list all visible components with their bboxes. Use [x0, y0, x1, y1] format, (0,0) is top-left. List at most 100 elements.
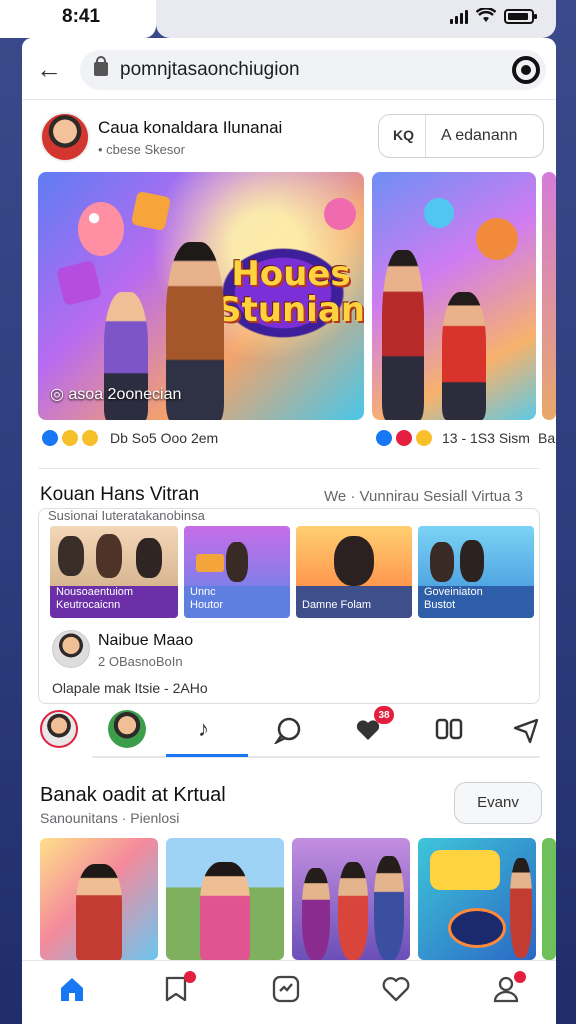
section-button[interactable]: Evanv [454, 782, 542, 824]
person-figure [58, 536, 84, 576]
story-tile[interactable]: Goveiniaton Bustot [418, 526, 534, 618]
heart-icon [382, 977, 410, 1002]
notification-dot [184, 971, 196, 983]
balloon-icon [78, 202, 124, 256]
comment-text: Olapale mak Itsie - 2AHo [52, 680, 208, 696]
edge-thumbnail[interactable] [542, 172, 556, 420]
battery-icon [504, 8, 537, 24]
like-icon [376, 430, 392, 446]
game-table-icon [448, 908, 506, 948]
nav-profile[interactable] [488, 971, 526, 1007]
person-figure [374, 856, 404, 960]
person-figure [200, 862, 250, 960]
thumbnail-caption: ◎ asoa 2oonecian [50, 386, 182, 403]
wow-icon [82, 430, 98, 446]
person-figure [136, 538, 162, 578]
nav-home[interactable] [54, 971, 90, 1007]
drum-icon [476, 218, 518, 260]
divider [38, 468, 540, 469]
love-icon [396, 430, 412, 446]
home-icon [61, 978, 83, 1001]
thumbnail-logo: Houes Stunian [217, 254, 364, 330]
story-tile-label: Nousoaentuiom Keutrocaicnn [56, 586, 134, 611]
back-arrow-icon[interactable]: ← [36, 54, 62, 85]
follow-icon: KQ [393, 127, 414, 143]
url-field[interactable]: pomnjtasaonchiugion [80, 50, 546, 90]
child-figure [442, 292, 486, 420]
system-icons [450, 8, 537, 24]
story-tile[interactable]: Damne Folam [296, 526, 412, 618]
haha-icon [416, 430, 432, 446]
section-title: Banak oadit at Krtual [40, 784, 226, 806]
notification-badge: 38 [374, 706, 394, 724]
page-subtitle: • cbese Skesor [98, 142, 185, 157]
side-reactions[interactable]: 13 - 1S3 Sism [376, 430, 530, 446]
game-block-icon [130, 190, 172, 232]
follow-label: A edanann [441, 127, 518, 144]
person-figure [460, 540, 484, 582]
lock-icon [94, 56, 108, 76]
wifi-icon [476, 8, 496, 22]
person-figure [76, 864, 122, 960]
chat-bubble-icon[interactable] [274, 716, 302, 744]
author-name[interactable]: Naibue Maao [98, 632, 193, 650]
person-figure [430, 542, 454, 582]
signal-icon [450, 8, 468, 24]
nav-watch[interactable] [268, 971, 304, 1007]
stories-title: Kouan Hans Vitran [40, 484, 200, 505]
activity-icon [272, 975, 300, 1003]
orb-icon [324, 198, 356, 230]
stories-section: Kouan Hans Vitran We · Vunnirau Sesiall … [22, 474, 556, 704]
browser-window: ← pomnjtasaonchiugion Caua konaldara Ilu… [22, 38, 556, 1024]
story-tile[interactable]: Unnc Houtor [184, 526, 290, 618]
tab-underline [92, 756, 540, 758]
follow-button[interactable]: KQ A edanann [378, 114, 544, 158]
grid-thumbnail[interactable] [418, 838, 536, 960]
active-tab-indicator [166, 754, 248, 757]
like-icon [42, 430, 58, 446]
main-reactions[interactable]: Db So5 Ooo 2em [42, 430, 218, 446]
grid-thumbnail-edge[interactable] [542, 838, 556, 960]
grid-thumbnail[interactable] [40, 838, 158, 960]
send-icon[interactable] [512, 716, 540, 744]
icon-tab-bar: ♪ 38 [22, 706, 556, 758]
side-reaction-count: 13 - 1S3 Sism [442, 430, 530, 446]
story-avatar[interactable] [40, 710, 78, 748]
game-board-icon [196, 554, 224, 572]
author-avatar[interactable] [52, 630, 90, 668]
main-thumbnail[interactable]: Houes Stunian ◎ asoa 2oonecian [38, 172, 364, 420]
nav-favorites[interactable] [378, 971, 414, 1007]
section-subtitle: Sanounitans · Pienlosi [40, 810, 180, 826]
story-tile-label: Unnc Houtor [190, 586, 224, 611]
main-reaction-count: Db So5 Ooo 2em [110, 430, 219, 446]
grid-thumbnail[interactable] [292, 838, 410, 960]
page-avatar[interactable] [40, 112, 90, 162]
orb-icon [424, 198, 454, 228]
person-figure [302, 868, 330, 960]
logo-plate [430, 850, 500, 890]
side-thumbnail[interactable] [372, 172, 536, 420]
person-figure [96, 534, 122, 578]
stories-subtitle: Susionai Iuteratakanobinsa [48, 508, 205, 523]
bottom-nav [22, 960, 556, 1024]
haha-icon [62, 430, 78, 446]
status-left-panel: 8:41 [0, 0, 156, 38]
nav-reels[interactable] [158, 971, 196, 1007]
account-icon[interactable] [512, 56, 540, 84]
music-note-icon[interactable]: ♪ [198, 716, 209, 742]
edge-reaction-count: Ba [538, 430, 556, 446]
person-figure [510, 858, 532, 958]
story-tile-label: Damne Folam [302, 599, 372, 611]
person-figure [334, 536, 374, 586]
stories-link[interactable]: We · Vunnirau Sesiall Virtua 3 [324, 488, 523, 505]
post-card: Caua konaldara Ilunanai • cbese Skesor K… [30, 104, 556, 464]
page-name[interactable]: Caua konaldara Ilunanai [98, 118, 282, 138]
grid-thumbnail[interactable] [166, 838, 284, 960]
story-tile-label: Goveiniaton Bustot [424, 586, 483, 611]
child-figure [382, 250, 424, 420]
story-tile[interactable]: Nousoaentuiom Keutrocaicnn [50, 526, 178, 618]
video-icon[interactable] [434, 716, 464, 742]
story-avatar[interactable] [108, 710, 146, 748]
person-figure [338, 862, 368, 960]
url-text: pomnjtasaonchiugion [120, 59, 300, 80]
